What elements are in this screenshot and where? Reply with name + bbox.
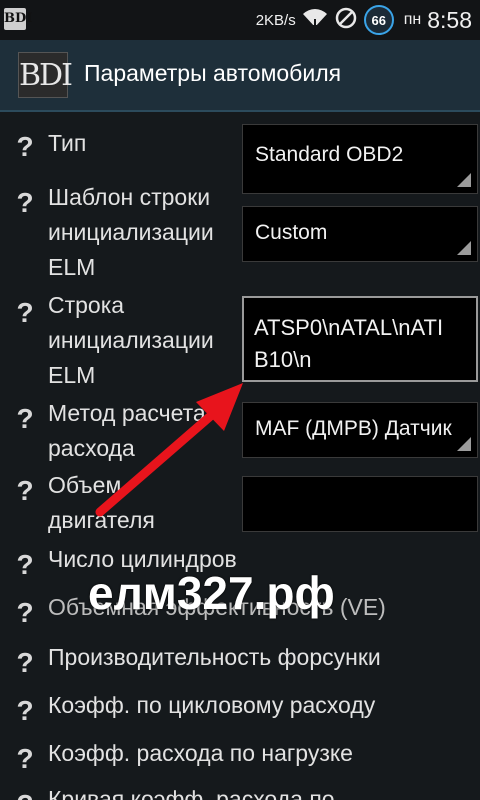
help-icon[interactable]: ? bbox=[14, 744, 36, 774]
help-icon[interactable]: ? bbox=[14, 790, 36, 800]
help-icon[interactable]: ? bbox=[14, 188, 36, 218]
watermark-text: елм327.рф bbox=[88, 567, 335, 619]
app-logo[interactable]: BDI bbox=[18, 52, 73, 98]
page-title: Параметры автомобиля bbox=[84, 60, 342, 86]
spinner-value: Custom bbox=[255, 221, 328, 244]
calc-method-spinner[interactable]: MAF (ДМРВ) Датчик bbox=[242, 402, 478, 458]
elm-template-spinner[interactable]: Custom bbox=[242, 206, 478, 262]
help-icon[interactable]: ? bbox=[14, 648, 36, 678]
day-of-week: пн bbox=[403, 11, 422, 28]
setting-row-load-coef[interactable]: ? Коэфф. расхода по нагрузке bbox=[0, 736, 480, 786]
help-icon[interactable]: ? bbox=[14, 696, 36, 726]
no-signal-icon bbox=[334, 6, 358, 35]
wifi-icon bbox=[302, 7, 328, 34]
setting-label: Тип bbox=[48, 130, 87, 156]
setting-label: Коэфф. расхода по нагрузке bbox=[48, 740, 353, 766]
help-icon[interactable]: ? bbox=[14, 598, 36, 628]
setting-row-calc-method[interactable]: ? Метод расчета расхода MAF (ДМРВ) Датчи… bbox=[0, 396, 480, 470]
help-icon[interactable]: ? bbox=[14, 550, 36, 580]
setting-label: Строка инициализации ELM bbox=[48, 292, 214, 388]
battery-icon: 66 bbox=[363, 5, 394, 35]
help-icon[interactable]: ? bbox=[14, 404, 36, 434]
setting-label: Объем двигателя bbox=[48, 472, 155, 533]
status-bar-right: 2KB/s 66 пн 8:58 bbox=[256, 0, 472, 40]
engine-volume-input[interactable] bbox=[242, 476, 478, 532]
clock: 8:58 bbox=[427, 6, 472, 33]
setting-row-cycle-coef[interactable]: ? Коэфф. по цикловому расходу bbox=[0, 688, 480, 738]
setting-label: Производительность форсунки bbox=[48, 644, 381, 670]
setting-row-type[interactable]: ? Тип Standard OBD2 bbox=[0, 118, 480, 194]
setting-label: Кривая коэфф. расхода по bbox=[48, 786, 335, 800]
app-notification-icon: BDI bbox=[4, 8, 32, 30]
setting-row-injector[interactable]: ? Производительность форсунки bbox=[0, 640, 480, 690]
setting-row-curve-coef[interactable]: ? Кривая коэфф. расхода по bbox=[0, 784, 480, 800]
input-value-line: B10\n bbox=[254, 347, 312, 372]
setting-row-engine-volume[interactable]: ? Объем двигателя bbox=[0, 468, 480, 542]
help-icon[interactable]: ? bbox=[14, 132, 36, 162]
setting-label: Шаблон строки инициализации ELM bbox=[48, 184, 214, 280]
setting-row-elm-template[interactable]: ? Шаблон строки инициализации ELM Custom bbox=[0, 180, 480, 290]
action-bar: BDI Параметры автомобиля bbox=[0, 40, 480, 112]
elm-init-string-input[interactable]: ATSP0\nATAL\nATI B10\n bbox=[242, 296, 478, 382]
dropdown-arrow-icon bbox=[457, 437, 471, 451]
setting-label: Коэфф. по цикловому расходу bbox=[48, 692, 376, 718]
help-icon[interactable]: ? bbox=[14, 298, 36, 328]
input-value-line: ATSP0\nATAL\nATI bbox=[254, 315, 444, 340]
setting-label: Метод расчета расхода bbox=[48, 400, 206, 461]
network-speed: 2KB/s bbox=[255, 11, 296, 29]
spinner-value: MAF (ДМРВ) Датчик bbox=[255, 417, 452, 440]
help-icon[interactable]: ? bbox=[14, 476, 36, 506]
spinner-value: Standard OBD2 bbox=[255, 143, 404, 166]
dropdown-arrow-icon bbox=[457, 241, 471, 255]
status-bar: BDI 2KB/s 66 пн 8:58 bbox=[0, 0, 480, 40]
setting-row-elm-init-string[interactable]: ? Строка инициализации ELM ATSP0\nATAL\n… bbox=[0, 288, 480, 396]
